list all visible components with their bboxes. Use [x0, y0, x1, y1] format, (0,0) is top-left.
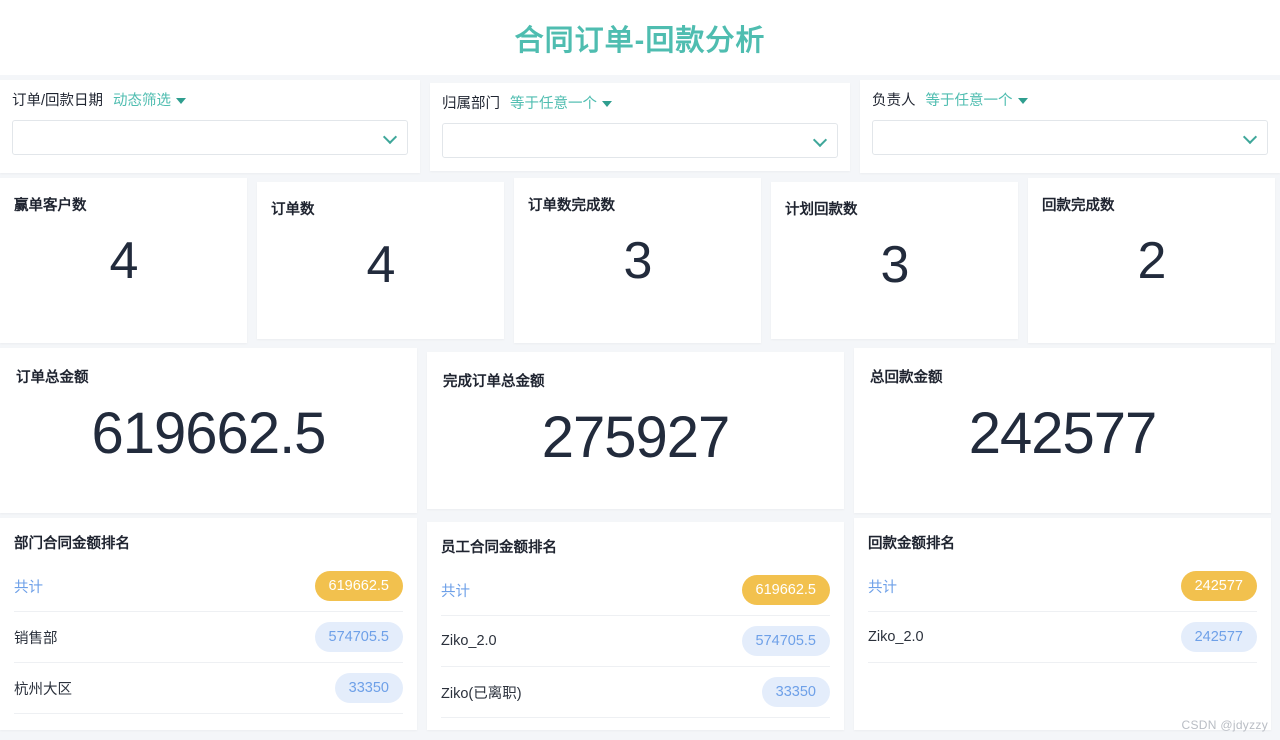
caret-down-icon: [176, 98, 187, 105]
caret-down-icon: [602, 101, 612, 108]
ranking-row-value: 619662.5: [741, 575, 830, 605]
ranking-card-payment: 回款金额排名 共计 242577 Ziko_2.0 242577: [854, 518, 1271, 730]
ranking-row-value: 242577: [1180, 571, 1257, 601]
ranking-row-value: 33350: [334, 673, 403, 703]
ranking-row-label: Ziko(已离职): [441, 685, 522, 702]
kpi-title: 计划回款数: [785, 202, 858, 218]
amount-title: 完成订单总金额: [443, 374, 545, 390]
filter-mode-dropdown[interactable]: 等于任意一个: [510, 97, 612, 112]
kpi-value: 4: [366, 236, 396, 294]
amount-value: 242577: [968, 401, 1158, 466]
filter-select-owner[interactable]: [872, 119, 1268, 155]
kpi-title: 回款完成数: [1042, 198, 1115, 214]
filter-label: 负责人: [872, 93, 916, 109]
chevron-down-icon: [814, 134, 827, 147]
filter-mode-label: 等于任意一个: [925, 93, 1013, 109]
amount-row: 订单总金额 619662.5 完成订单总金额 275927 总回款金额 2425…: [0, 348, 1280, 513]
amount-value: 619662.5: [91, 401, 327, 466]
filter-mode-dropdown[interactable]: 等于任意一个: [926, 94, 1028, 109]
filter-header: 归属部门 等于任意一个: [442, 97, 838, 112]
amount-title: 总回款金额: [870, 370, 943, 386]
table-row[interactable]: 共计 619662.5: [441, 565, 830, 616]
table-row[interactable]: Ziko_2.0 574705.5: [441, 616, 830, 667]
ranking-row-value: 574705.5: [314, 622, 403, 652]
filter-card-owner: 负责人 等于任意一个: [860, 80, 1280, 173]
chevron-down-icon: [384, 131, 397, 144]
ranking-card-department: 部门合同金额排名 共计 619662.5 销售部 574705.5 杭州大区 3…: [0, 518, 417, 730]
kpi-title: 订单数: [271, 202, 315, 218]
filter-select-order-date[interactable]: [12, 119, 408, 155]
filter-bar: 订单/回款日期 动态筛选 归属部门 等于任意一个 负责人 等于任意一个: [0, 75, 1280, 173]
ranking-row-value: 33350: [761, 677, 830, 707]
kpi-card-planned-payments: 计划回款数 3: [771, 182, 1018, 339]
filter-mode-label: 等于任意一个: [510, 96, 597, 112]
caret-down-icon: [1017, 98, 1028, 105]
amount-card-completed-order-total: 完成订单总金额 275927: [427, 352, 844, 509]
filter-label: 订单/回款日期: [12, 93, 104, 109]
kpi-value: 3: [880, 236, 910, 294]
page-title: 合同订单-回款分析: [514, 24, 766, 57]
filter-select-department[interactable]: [442, 122, 838, 158]
filter-label: 归属部门: [442, 96, 500, 112]
filter-header: 订单/回款日期 动态筛选: [12, 94, 408, 109]
kpi-value: 2: [1137, 232, 1167, 290]
filter-card-department: 归属部门 等于任意一个: [430, 83, 850, 171]
table-row[interactable]: Ziko_2.0 242577: [868, 612, 1257, 663]
kpi-value: 3: [623, 232, 653, 290]
ranking-row-value: 574705.5: [741, 626, 830, 656]
ranking-row-label: Ziko_2.0: [441, 633, 497, 649]
kpi-title: 赢单客户数: [14, 198, 87, 214]
kpi-card-order-completed: 订单数完成数 3: [514, 178, 761, 343]
filter-mode-dropdown[interactable]: 动态筛选: [113, 93, 187, 109]
amount-value: 275927: [541, 405, 731, 470]
table-row[interactable]: Ziko(已离职) 33350: [441, 667, 830, 718]
ranking-title: 回款金额排名: [868, 536, 955, 552]
table-row[interactable]: 共计 619662.5: [14, 561, 403, 612]
amount-card-payment-total: 总回款金额 242577: [854, 348, 1271, 513]
amount-card-order-total: 订单总金额 619662.5: [0, 348, 417, 513]
ranking-row-label: 共计: [441, 583, 470, 600]
amount-title: 订单总金额: [16, 370, 89, 386]
ranking-row-label: Ziko_2.0: [868, 629, 924, 645]
ranking-row-value: 619662.5: [314, 571, 403, 601]
ranking-title: 员工合同金额排名: [441, 540, 557, 556]
table-row[interactable]: 销售部 574705.5: [14, 612, 403, 663]
table-row[interactable]: 共计 242577: [868, 561, 1257, 612]
filter-header: 负责人 等于任意一个: [872, 94, 1268, 109]
page-header: 合同订单-回款分析: [0, 0, 1280, 75]
ranking-row: 部门合同金额排名 共计 619662.5 销售部 574705.5 杭州大区 3…: [0, 518, 1280, 730]
kpi-value: 4: [109, 232, 139, 290]
ranking-title: 部门合同金额排名: [14, 536, 130, 552]
ranking-row-label: 杭州大区: [14, 681, 72, 698]
ranking-row-label: 共计: [14, 579, 43, 596]
filter-mode-label: 动态筛选: [113, 93, 172, 109]
table-row[interactable]: 杭州大区 33350: [14, 663, 403, 714]
ranking-list: 共计 619662.5 Ziko_2.0 574705.5 Ziko(已离职) …: [441, 565, 830, 718]
kpi-card-order-count: 订单数 4: [257, 182, 504, 339]
kpi-row: 赢单客户数 4 订单数 4 订单数完成数 3 计划回款数 3 回款完成数 2: [0, 178, 1280, 343]
ranking-list: 共计 619662.5 销售部 574705.5 杭州大区 33350: [14, 561, 403, 714]
ranking-row-value: 242577: [1180, 622, 1257, 652]
filter-card-order-date: 订单/回款日期 动态筛选: [0, 80, 420, 173]
ranking-list: 共计 242577 Ziko_2.0 242577: [868, 561, 1257, 663]
ranking-row-label: 共计: [868, 579, 897, 596]
ranking-card-employee: 员工合同金额排名 共计 619662.5 Ziko_2.0 574705.5 Z…: [427, 522, 844, 730]
kpi-card-payments-completed: 回款完成数 2: [1028, 178, 1275, 343]
kpi-title: 订单数完成数: [528, 198, 615, 214]
chevron-down-icon: [1244, 131, 1257, 144]
ranking-row-label: 销售部: [14, 630, 58, 647]
kpi-card-won-customers: 赢单客户数 4: [0, 178, 247, 343]
